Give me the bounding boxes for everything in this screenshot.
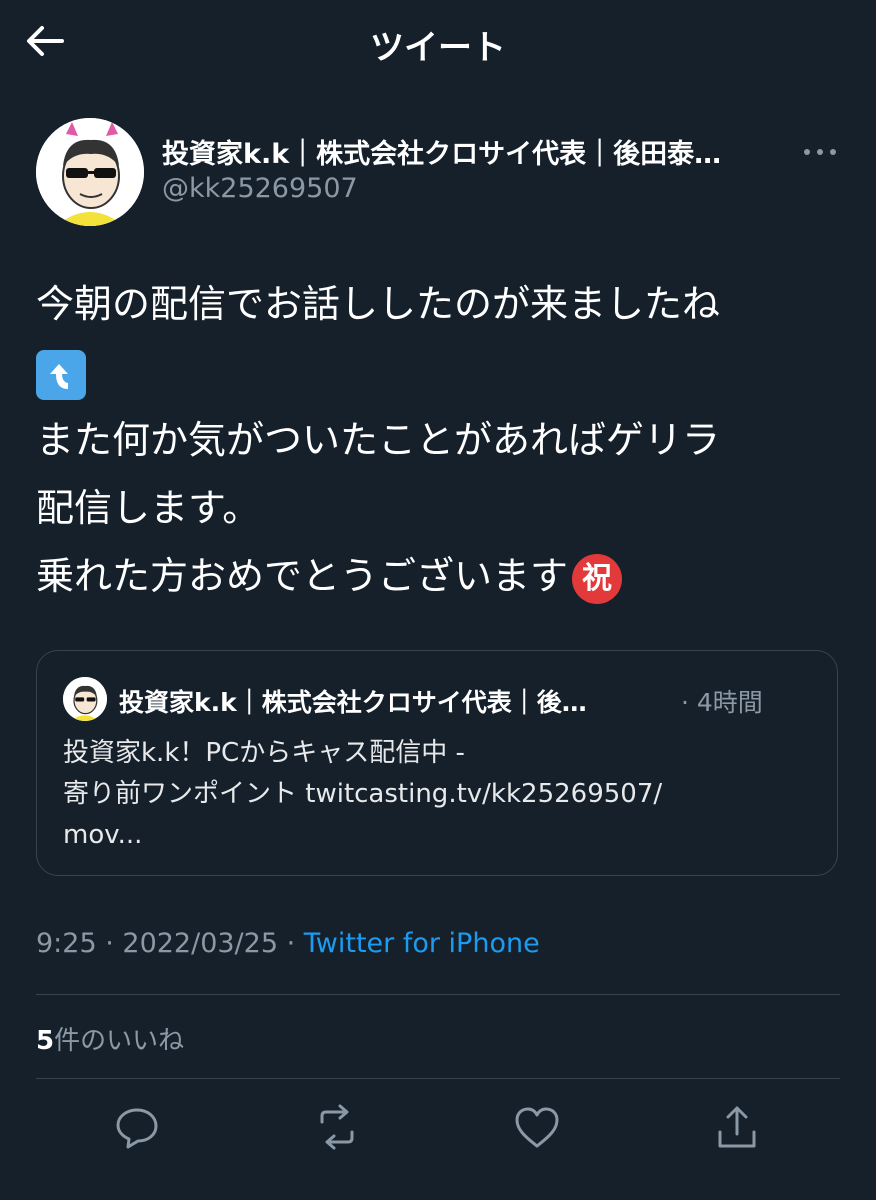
quoted-timestamp: · 4時間	[681, 688, 763, 717]
author-avatar[interactable]	[36, 118, 144, 226]
likes-count[interactable]: 5件のいいね	[36, 1020, 184, 1057]
congratulations-emoji-icon: 祝	[572, 553, 623, 604]
avatar-illustration	[63, 677, 107, 721]
page-title: ツイート	[370, 28, 506, 68]
tweet-time: 9:25	[36, 928, 97, 959]
share-button[interactable]	[712, 1102, 762, 1152]
tweet-line-text: 乗れた方おめでとうございます	[36, 554, 569, 598]
heart-icon	[515, 1107, 559, 1148]
quoted-line: mov...	[63, 820, 143, 850]
tweet-text: 今朝の配信でお話ししたのが来ましたね また何か気がついたことがあればゲリラ 配信…	[36, 270, 846, 610]
more-options-button[interactable]	[800, 134, 840, 170]
retweet-button[interactable]	[312, 1102, 362, 1152]
tweet-line: また何か気がついたことがあればゲリラ	[36, 418, 721, 462]
ellipsis-icon	[804, 149, 836, 155]
tweet-emoji-line	[36, 338, 846, 406]
author-handle[interactable]: @kk25269507	[162, 173, 358, 204]
meta-separator: ·	[278, 928, 304, 959]
quoted-author-avatar	[63, 677, 107, 721]
divider	[36, 1078, 840, 1079]
divider	[36, 994, 840, 995]
tweet-line: 今朝の配信でお話ししたのが来ましたね	[36, 282, 721, 326]
quoted-text: 投資家k.k！PCからキャス配信中 - 寄り前ワンポイント twitcastin…	[63, 733, 803, 856]
likes-label: 件のいいね	[54, 1026, 185, 1056]
quoted-line: 投資家k.k！PCからキャス配信中 -	[63, 738, 465, 768]
reply-icon	[116, 1108, 158, 1149]
quoted-author-name: 投資家k.k｜株式会社クロサイ代表｜後…	[119, 688, 587, 717]
reply-button[interactable]	[112, 1102, 162, 1152]
tweet-line: 配信します。	[36, 486, 261, 530]
top-bar: ツイート	[0, 0, 876, 80]
author-name[interactable]: 投資家k.k｜株式会社クロサイ代表｜後田泰…	[162, 132, 772, 171]
retweet-icon	[320, 1104, 354, 1150]
tweet-metadata: 9:25 · 2022/03/25 · Twitter for iPhone	[36, 928, 540, 959]
like-button[interactable]	[512, 1102, 562, 1152]
quoted-line: 寄り前ワンポイント twitcasting.tv/kk25269507/	[63, 779, 663, 809]
likes-number: 5	[36, 1026, 55, 1056]
avatar-illustration	[36, 118, 144, 226]
meta-separator: ·	[96, 928, 123, 959]
tweet-source-link[interactable]: Twitter for iPhone	[304, 928, 540, 959]
tweet-line: 乗れた方おめでとうございます祝	[36, 542, 846, 610]
share-icon	[718, 1106, 756, 1148]
arrow-turn-up-emoji-icon	[36, 349, 86, 400]
tweet-date: 2022/03/25	[122, 928, 279, 959]
quoted-tweet-card[interactable]: 投資家k.k｜株式会社クロサイ代表｜後… · 4時間 投資家k.k！PCからキャ…	[36, 650, 838, 876]
